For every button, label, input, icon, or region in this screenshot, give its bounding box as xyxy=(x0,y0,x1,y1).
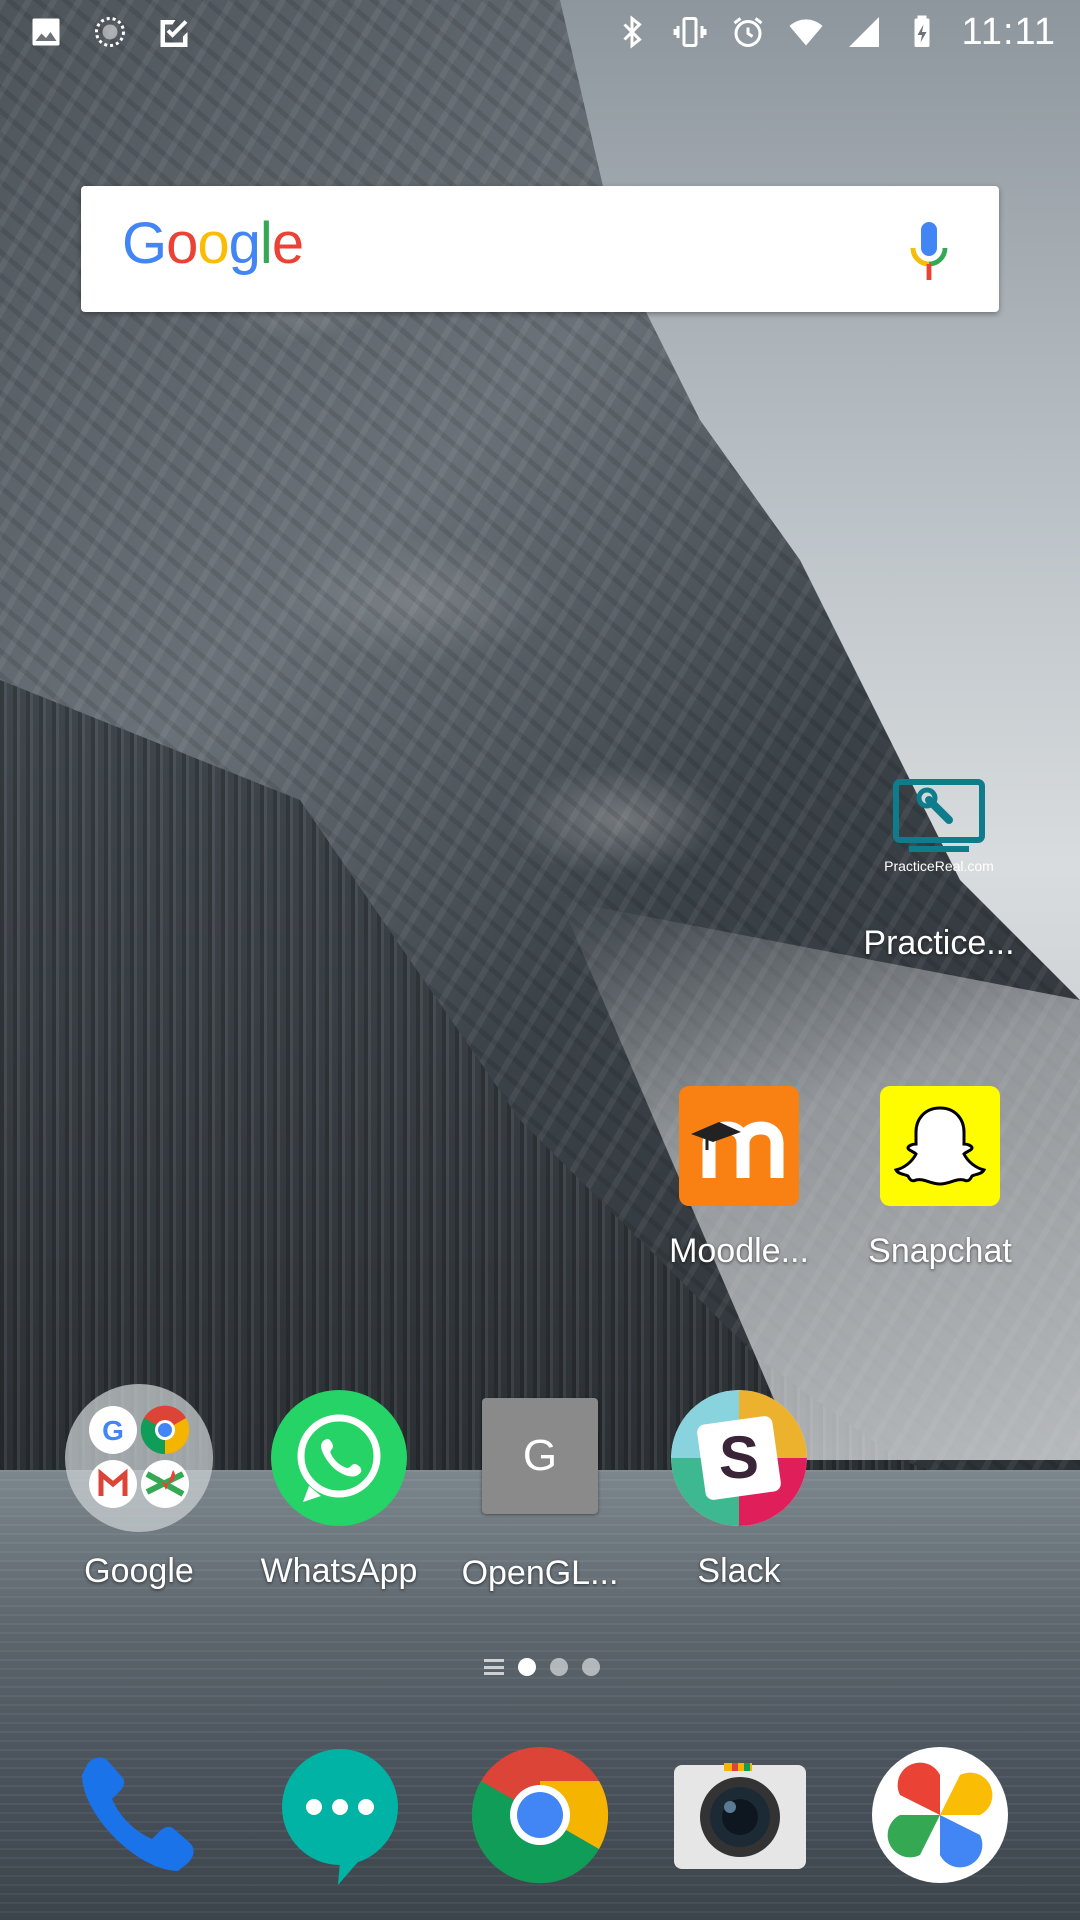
app-label: OpenGL... xyxy=(461,1554,619,1592)
google-logo-letter: e xyxy=(271,211,304,276)
app-practicereal[interactable]: PracticeReal.com Practice... xyxy=(839,770,1039,963)
checklist-notification-icon xyxy=(160,20,188,47)
slack-letter: S xyxy=(718,1424,760,1491)
app-label: Google xyxy=(84,1552,194,1590)
menu-lines-icon xyxy=(484,1659,504,1675)
dock-phone[interactable] xyxy=(70,1745,210,1885)
mic-icon[interactable] xyxy=(907,222,951,282)
wifi-icon xyxy=(789,19,823,46)
app-slack[interactable]: S Slack xyxy=(639,1390,839,1591)
google-folder-icon: G xyxy=(65,1384,213,1532)
dock-camera[interactable] xyxy=(670,1745,810,1885)
google-search-bar[interactable]: Google xyxy=(81,186,999,312)
app-label: Slack xyxy=(697,1552,781,1590)
cell-signal-icon xyxy=(848,17,879,47)
loading-notification-icon xyxy=(95,17,125,47)
moodle-icon xyxy=(691,1121,784,1178)
whatsapp-icon xyxy=(271,1390,407,1526)
app-label: Moodle... xyxy=(669,1232,809,1270)
app-label: Snapchat xyxy=(868,1232,1012,1270)
app-label: Practice... xyxy=(863,924,1015,962)
vibrate-icon xyxy=(673,17,707,47)
dock-messages[interactable] xyxy=(270,1745,410,1885)
messages-icon xyxy=(282,1749,398,1885)
app-snapchat[interactable]: Snapchat xyxy=(840,1086,1040,1271)
snapchat-ghost-icon xyxy=(893,1106,987,1186)
google-logo-letter: g xyxy=(228,211,261,276)
google-logo-letter: l xyxy=(259,211,273,276)
page-indicator[interactable] xyxy=(484,1658,600,1676)
google-logo: Google xyxy=(122,210,304,277)
dock-chrome[interactable] xyxy=(470,1745,610,1885)
phone-icon xyxy=(82,1757,194,1871)
status-time: 11:11 xyxy=(961,10,1056,53)
whatsapp-icon xyxy=(297,1414,381,1502)
chrome-icon xyxy=(471,1747,609,1884)
app-label: WhatsApp xyxy=(260,1552,418,1590)
page-dot-active[interactable] xyxy=(518,1658,536,1676)
opengl-icon: G xyxy=(482,1398,598,1514)
practicereal-caption: PracticeReal.com xyxy=(884,858,994,874)
moodle-icon xyxy=(679,1086,799,1206)
app-whatsapp[interactable]: WhatsApp xyxy=(239,1390,439,1591)
page-dot[interactable] xyxy=(550,1658,568,1676)
alarm-icon xyxy=(733,17,762,47)
app-moodle[interactable]: Moodle... xyxy=(639,1086,839,1271)
battery-charging-icon xyxy=(914,15,930,47)
dock-photos[interactable] xyxy=(870,1745,1010,1885)
app-opengl[interactable]: G OpenGL... xyxy=(440,1398,640,1593)
svg-text:G: G xyxy=(102,1415,124,1446)
page-dot[interactable] xyxy=(582,1658,600,1676)
google-logo-letter: G xyxy=(122,211,167,276)
google-logo-letter: o xyxy=(197,211,229,276)
practicereal-icon: PracticeReal.com xyxy=(869,770,1009,880)
image-notification-icon xyxy=(32,18,60,46)
system-icons: 11:11 xyxy=(614,8,1056,56)
opengl-letter: G xyxy=(522,1431,558,1480)
camera-icon xyxy=(674,1763,806,1869)
photos-icon xyxy=(872,1747,1008,1883)
app-google-folder[interactable]: G Google xyxy=(39,1384,239,1591)
notification-icons xyxy=(28,14,192,50)
google-folder-icon: G xyxy=(89,1405,190,1508)
snapchat-icon xyxy=(880,1086,1000,1206)
bluetooth-icon xyxy=(622,15,642,49)
slack-icon: S xyxy=(671,1390,807,1526)
google-logo-letter: o xyxy=(166,211,198,276)
status-bar: 11:11 xyxy=(0,0,1080,64)
